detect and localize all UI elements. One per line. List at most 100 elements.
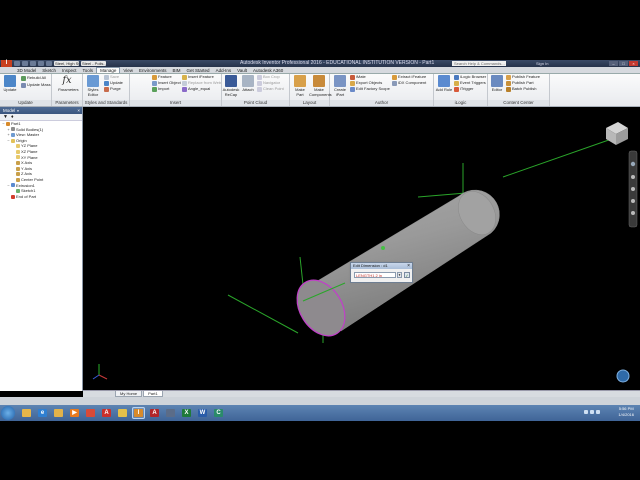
new-icon[interactable] bbox=[14, 61, 20, 66]
chrome-app[interactable] bbox=[84, 407, 97, 419]
camtasia-app[interactable]: C bbox=[212, 407, 225, 419]
styles-purge-button[interactable]: Purge bbox=[104, 86, 121, 92]
title-bar: I Steel, High Str... Steel - Polis... Au… bbox=[0, 60, 640, 67]
expand-toggle-icon[interactable]: − bbox=[7, 138, 10, 144]
tab-vault[interactable]: Vault bbox=[234, 67, 250, 73]
flag-icon[interactable] bbox=[584, 410, 588, 414]
dimension-options-dropdown[interactable]: ▼ bbox=[397, 272, 402, 278]
publish-part-icon bbox=[506, 80, 511, 86]
batch-publish-button[interactable]: Batch Publish bbox=[506, 86, 536, 92]
parameters-button[interactable]: fx Parameters bbox=[58, 75, 79, 93]
export-icon bbox=[350, 80, 355, 86]
volume-icon[interactable] bbox=[596, 410, 600, 414]
tab-tools[interactable]: Tools bbox=[80, 67, 97, 73]
tab-view[interactable]: View bbox=[120, 67, 136, 73]
tab-add-ins[interactable]: Add-Ins bbox=[213, 67, 235, 73]
make-part-button[interactable]: Make Part bbox=[291, 75, 309, 97]
update-mass-button[interactable]: Update Mass bbox=[21, 82, 51, 88]
dialog-ok-button[interactable]: ✓ bbox=[404, 272, 410, 278]
appearance-select[interactable]: Steel - Polis... bbox=[81, 61, 106, 66]
batch-publish-label: Batch Publish bbox=[512, 86, 537, 91]
tab-get-started[interactable]: Get Started bbox=[184, 67, 213, 73]
filter-icon[interactable]: ▼ bbox=[3, 114, 8, 120]
tab-3d-model[interactable]: 3D Model bbox=[14, 67, 39, 73]
close-button[interactable]: × bbox=[629, 61, 638, 66]
rebuild-all-button[interactable]: Rebuild All bbox=[21, 75, 46, 81]
find-icon[interactable]: ♦ bbox=[11, 114, 14, 120]
tab-inspect[interactable]: Inspect bbox=[59, 67, 80, 73]
word-app[interactable]: W bbox=[196, 407, 209, 419]
expand-toggle-icon[interactable]: − bbox=[7, 183, 10, 189]
minimize-button[interactable]: – bbox=[609, 61, 618, 66]
media-player-app[interactable]: ▶ bbox=[68, 407, 81, 419]
open-icon[interactable] bbox=[22, 61, 28, 66]
point-cloud-panel: Autodesk ReCap Attach Box Crop Navigator… bbox=[222, 74, 290, 106]
attach-button[interactable]: Attach bbox=[239, 75, 257, 93]
recap-label: Autodesk ReCap bbox=[222, 87, 240, 97]
clock-date: 1/4/2016 bbox=[618, 412, 634, 417]
tab-autodesk-a360[interactable]: Autodesk A360 bbox=[250, 67, 286, 73]
start-button[interactable] bbox=[1, 406, 15, 420]
create-ipart-button[interactable]: Create iPart bbox=[331, 75, 349, 97]
update-panel-label: Update bbox=[0, 100, 51, 106]
dialog-close-icon[interactable]: × bbox=[407, 263, 410, 269]
dimension-value-input[interactable]: LENGTH1 2 in bbox=[354, 272, 396, 278]
content-center-editor-button[interactable]: Editor bbox=[488, 75, 506, 93]
angle-equal-button[interactable]: Angle_equal bbox=[182, 86, 210, 92]
idx-component-button[interactable]: iDX Component bbox=[392, 80, 426, 86]
styles-panel: Styles Editor Save Update Purge Styles a… bbox=[83, 74, 130, 106]
model-graphics[interactable] bbox=[83, 107, 640, 391]
inventor-logo-icon[interactable]: I bbox=[1, 60, 12, 67]
add-rule-button[interactable]: Add Rule bbox=[435, 75, 453, 93]
dialog-title-bar[interactable]: Edit Dimension : d1 × bbox=[351, 263, 412, 269]
material-select[interactable]: Steel, High Str... bbox=[54, 61, 79, 66]
update-button[interactable]: Update bbox=[1, 75, 19, 93]
import-icon bbox=[152, 86, 157, 92]
inventor-app[interactable]: I bbox=[132, 407, 145, 419]
acrobat-app[interactable]: A bbox=[148, 407, 161, 419]
network-icon[interactable] bbox=[590, 410, 594, 414]
file-explorer-app[interactable] bbox=[52, 407, 65, 419]
tab-manage[interactable]: Manage bbox=[96, 67, 121, 73]
save-icon[interactable] bbox=[30, 61, 36, 66]
snagit-app[interactable] bbox=[164, 407, 177, 419]
expand-toggle-icon[interactable]: − bbox=[2, 121, 5, 127]
help-search-input[interactable]: Search Help & Commands... bbox=[452, 61, 506, 66]
redo-icon[interactable] bbox=[46, 61, 52, 66]
sign-in-link[interactable]: Sign In bbox=[536, 60, 548, 67]
itrigger-button[interactable]: iTrigger bbox=[454, 86, 473, 92]
autodesk-recap-button[interactable]: Autodesk ReCap bbox=[222, 75, 240, 97]
tab-sketch[interactable]: Sketch bbox=[39, 67, 59, 73]
autodesk-app[interactable]: A bbox=[100, 407, 113, 419]
excel-app[interactable]: X bbox=[180, 407, 193, 419]
chevron-down-icon[interactable]: ▼ bbox=[17, 109, 20, 113]
clean-point-button[interactable]: Clean Point bbox=[257, 86, 284, 92]
clock[interactable]: 5:56 PM 1/4/2016 bbox=[618, 406, 634, 418]
tab-bim[interactable]: BIM bbox=[170, 67, 184, 73]
internet-explorer-app[interactable]: e bbox=[36, 407, 49, 419]
maximize-button[interactable]: □ bbox=[619, 61, 628, 66]
tree-node[interactable]: End of Part bbox=[0, 194, 82, 200]
paint-app[interactable] bbox=[116, 407, 129, 419]
clean-point-icon bbox=[257, 86, 262, 92]
browser-header[interactable]: Model ▼ × bbox=[0, 107, 82, 114]
tab-environments[interactable]: Environments bbox=[136, 67, 170, 73]
view-cube-icon[interactable] bbox=[606, 122, 628, 145]
styles-editor-button[interactable]: Styles Editor bbox=[84, 75, 102, 97]
windows-explorer-app[interactable] bbox=[20, 407, 33, 419]
dimension-grip[interactable] bbox=[381, 246, 385, 250]
axis-icon bbox=[16, 160, 20, 165]
look-at-icon bbox=[631, 211, 635, 215]
graphics-viewport[interactable] bbox=[83, 107, 640, 391]
make-components-label: Make Components bbox=[309, 87, 332, 97]
undo-icon[interactable] bbox=[38, 61, 44, 66]
browser-close-icon[interactable]: × bbox=[77, 107, 80, 114]
edit-factory-scope-button[interactable]: Edit Factory Scope bbox=[350, 86, 390, 92]
point-icon bbox=[16, 177, 20, 182]
navigation-bar[interactable] bbox=[628, 150, 638, 228]
model-tree: − Part1 + Solid Bodies(1) + View: Master − Orig… bbox=[0, 121, 82, 199]
ilogic-panel: Add Rule iLogic Browser Event Triggers i… bbox=[434, 74, 488, 106]
help-bubble-icon[interactable] bbox=[616, 369, 630, 383]
import-button[interactable]: Import bbox=[152, 86, 169, 92]
make-components-button[interactable]: Make Components bbox=[309, 75, 332, 97]
